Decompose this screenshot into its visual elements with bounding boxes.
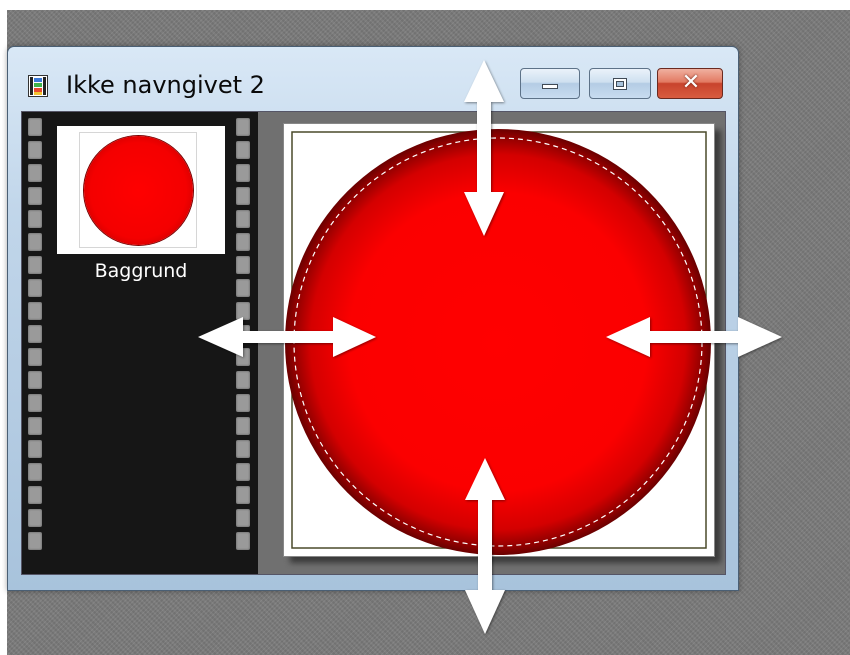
resize-arrows-overlay — [198, 60, 782, 634]
double-arrow-horizontal-icon — [606, 317, 782, 357]
double-arrow-vertical-icon — [464, 60, 504, 236]
double-arrow-horizontal-icon — [198, 317, 376, 357]
double-arrow-vertical-icon — [465, 458, 505, 634]
